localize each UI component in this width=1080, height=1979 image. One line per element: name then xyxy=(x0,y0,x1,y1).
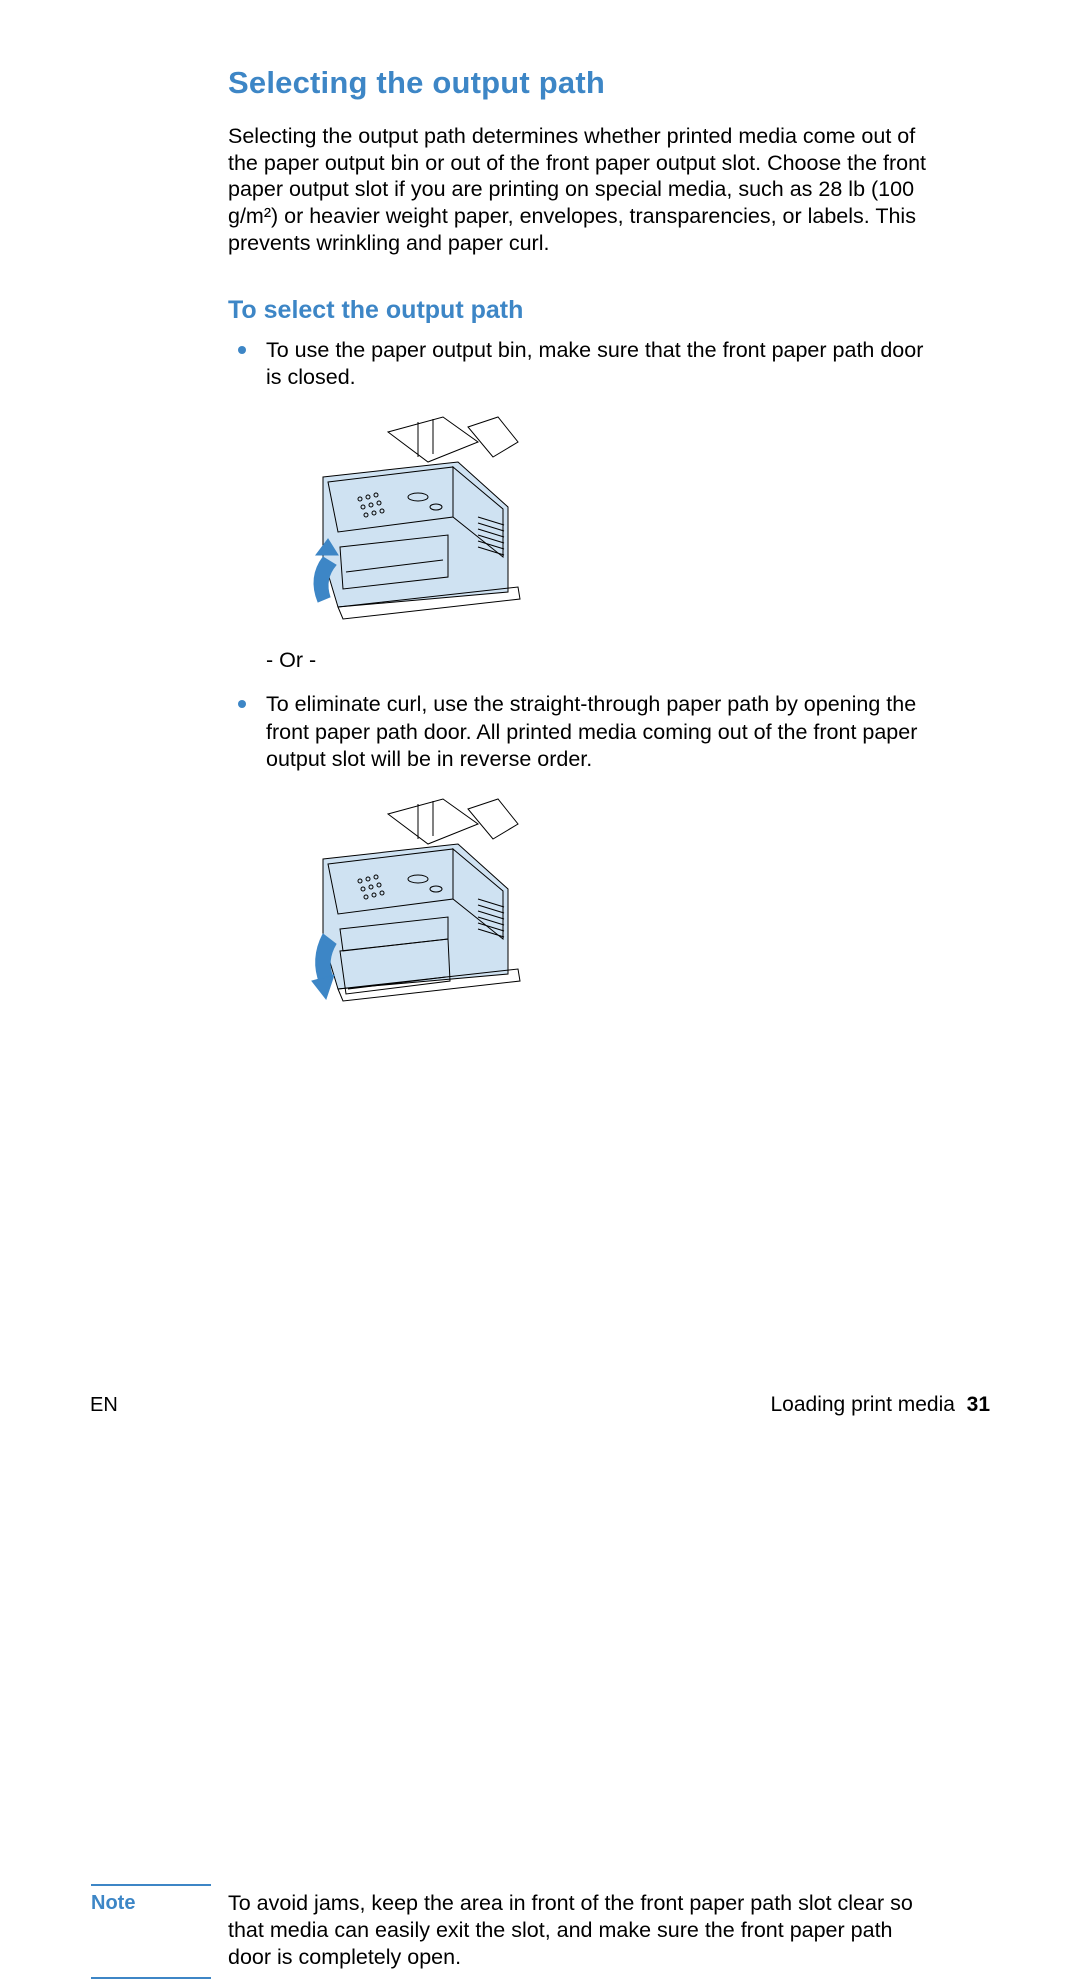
subsection-heading: To select the output path xyxy=(228,296,928,325)
note-block: Note To avoid jams, keep the area in fro… xyxy=(91,1884,931,1979)
document-page: Selecting the output path Selecting the … xyxy=(0,0,1080,1495)
footer-section-title: Loading print media xyxy=(771,1393,955,1416)
or-separator: - Or - xyxy=(266,648,928,673)
footer-page-number: 31 xyxy=(967,1393,990,1416)
bullet-icon xyxy=(238,346,246,354)
section-heading: Selecting the output path xyxy=(228,65,928,101)
bullet-item-2: To eliminate curl, use the straight-thro… xyxy=(228,691,928,772)
printer-illustration-closed xyxy=(268,407,548,632)
bullet-text-2: To eliminate curl, use the straight-thro… xyxy=(266,691,928,772)
footer-section: Loading print media 31 xyxy=(771,1393,991,1417)
footer-language: EN xyxy=(90,1394,118,1417)
printer-illustration-open xyxy=(268,789,548,1014)
bullet-item-1: To use the paper output bin, make sure t… xyxy=(228,337,928,391)
note-label: Note xyxy=(91,1886,228,1915)
main-content: Selecting the output path Selecting the … xyxy=(228,65,928,1030)
intro-paragraph: Selecting the output path determines whe… xyxy=(228,123,928,256)
page-footer: EN Loading print media 31 xyxy=(90,1393,990,1417)
bullet-text-1: To use the paper output bin, make sure t… xyxy=(266,337,928,391)
note-text: To avoid jams, keep the area in front of… xyxy=(228,1886,931,1971)
bullet-icon xyxy=(238,700,246,708)
